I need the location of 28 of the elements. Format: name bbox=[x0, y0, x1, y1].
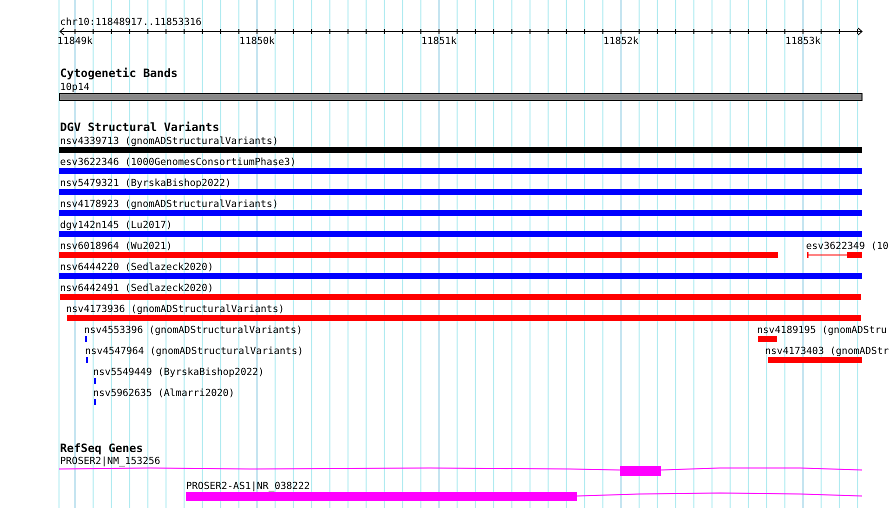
variant-label: esv3622349 (10 bbox=[806, 241, 889, 252]
tick-label: 11849k bbox=[57, 36, 93, 47]
variant-label: nsv6442491 (Sedlazeck2020) bbox=[60, 283, 214, 294]
variant-label: nsv5479321 (ByrskaBishop2022) bbox=[60, 178, 232, 189]
tick-label: 11853k bbox=[785, 36, 821, 47]
variant-label: nsv4189195 (gnomADStru bbox=[757, 325, 887, 336]
variant-label: nsv6018964 (Wu2021) bbox=[60, 241, 172, 252]
tick-label: 11852k bbox=[603, 36, 639, 47]
track-title: RefSeq Genes bbox=[60, 441, 144, 455]
variant-label: nsv4178923 (gnomADStructuralVariants) bbox=[60, 199, 278, 210]
location-label: chr10:11848917..11853316 bbox=[60, 17, 202, 28]
variant-label: nsv4173936 (gnomADStructuralVariants) bbox=[66, 304, 284, 315]
variant-label: nsv4339713 (gnomADStructuralVariants) bbox=[60, 136, 278, 147]
variant-label: nsv6444220 (Sedlazeck2020) bbox=[60, 262, 214, 273]
tick-label: 11850k bbox=[239, 36, 275, 47]
gene-label: PROSER2-AS1|NR_038222 bbox=[186, 481, 310, 492]
variant-label: nsv4547964 (gnomADStructuralVariants) bbox=[85, 346, 304, 357]
tick-label: 11851k bbox=[421, 36, 457, 47]
variant-label: nsv4173403 (gnomADStr bbox=[765, 346, 889, 357]
variant-label: nsv5549449 (ByrskaBishop2022) bbox=[93, 367, 264, 378]
band-label: 10p14 bbox=[60, 82, 90, 93]
variant-label: dgv142n145 (Lu2017) bbox=[60, 220, 172, 231]
gene-label: PROSER2|NM_153256 bbox=[60, 456, 160, 467]
track-title: Cytogenetic Bands bbox=[60, 66, 178, 80]
variant-label: nsv5962635 (Almarri2020) bbox=[93, 388, 235, 399]
variant-label: esv3622346 (1000GenomesConsortiumPhase3) bbox=[60, 157, 296, 168]
variant-label: nsv4553396 (gnomADStructuralVariants) bbox=[84, 325, 302, 336]
track-title: DGV Structural Variants bbox=[60, 120, 220, 134]
